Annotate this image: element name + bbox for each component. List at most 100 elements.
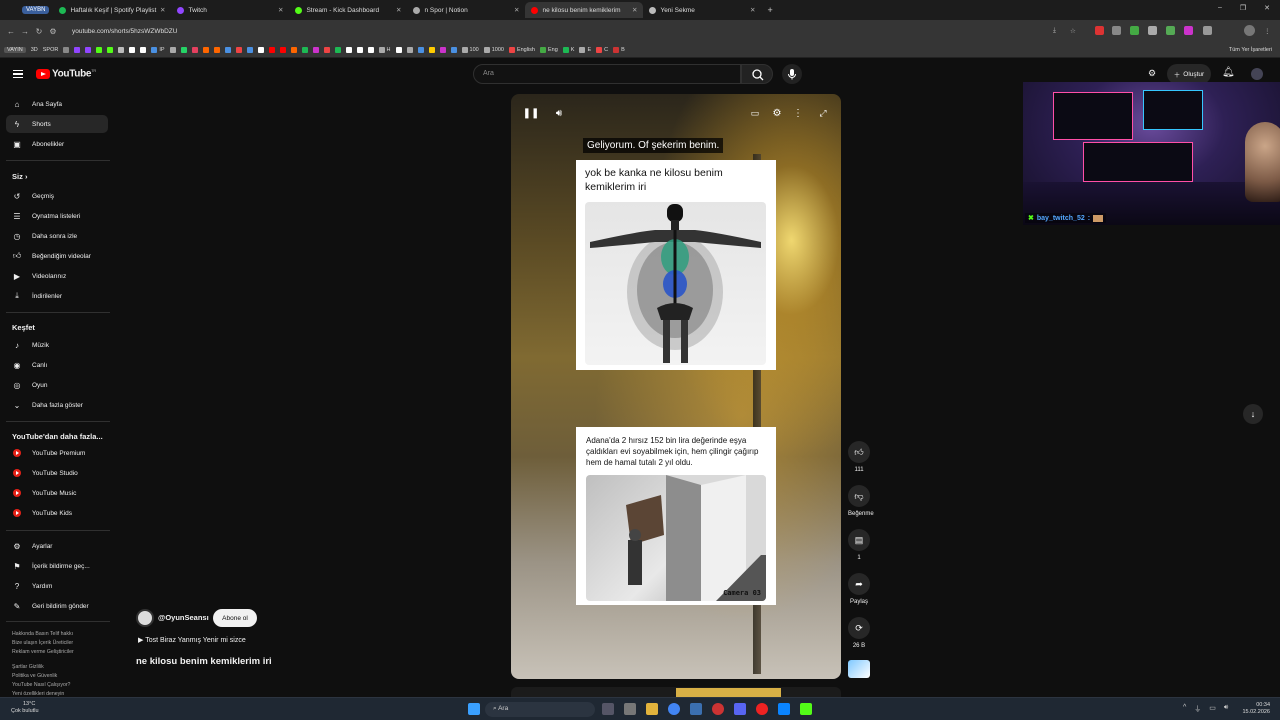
- bookmark-item[interactable]: [63, 46, 70, 53]
- browser-tab-new[interactable]: Yeni Sekme ✕: [643, 2, 761, 18]
- weather-widget[interactable]: 13°C Çok bulutlu: [11, 701, 39, 715]
- clock[interactable]: 00:34 15.02.2026: [1242, 702, 1270, 716]
- profile-avatar[interactable]: [1244, 25, 1255, 36]
- footer-link[interactable]: Hakkında Basın Telif hakkı: [12, 630, 112, 639]
- sidebar-item-downloads[interactable]: ⤓ İndirilenler: [6, 287, 108, 305]
- bookmark-item[interactable]: [224, 46, 231, 53]
- bookmark-item[interactable]: [96, 46, 103, 53]
- footer-link[interactable]: Şartlar Gizlilik: [12, 663, 112, 672]
- more-options-icon[interactable]: ⋮: [790, 105, 806, 121]
- bookmark-item[interactable]: [169, 46, 176, 53]
- reload-icon[interactable]: ↻: [32, 27, 46, 36]
- bookmark-item[interactable]: [367, 46, 374, 53]
- bookmark-item[interactable]: H: [378, 46, 391, 53]
- kick-app-icon[interactable]: [800, 703, 812, 715]
- bookmark-item[interactable]: C: [596, 46, 608, 53]
- extension-icon[interactable]: [1095, 26, 1104, 35]
- forward-icon[interactable]: →: [18, 27, 32, 36]
- cast-gear-icon[interactable]: ⚙: [1148, 68, 1156, 79]
- bookmark-item[interactable]: [279, 46, 286, 53]
- close-icon[interactable]: ✕: [278, 6, 283, 14]
- tab-group-label[interactable]: VAYBN: [22, 6, 50, 14]
- bookmark-item[interactable]: English: [508, 46, 535, 53]
- youtube-logo-icon[interactable]: [36, 69, 50, 79]
- youtube-logo-text[interactable]: YouTubeTR: [52, 68, 96, 79]
- bookmark-item[interactable]: B: [613, 46, 625, 53]
- windows-start-icon[interactable]: [468, 703, 480, 715]
- sidebar-item-subscriptions[interactable]: ▣ Abonelikler: [6, 135, 108, 153]
- sidebar-item-feedback[interactable]: ✎ Geri bildirim gönder: [6, 597, 108, 615]
- sound-thumbnail[interactable]: [848, 660, 870, 678]
- footer-link[interactable]: YouTube Nasıl Çalışıyor?: [12, 681, 112, 690]
- close-icon[interactable]: ✕: [632, 6, 637, 14]
- taskbar-search[interactable]: ⌕ Ara: [485, 702, 595, 717]
- browser-tab-youtube[interactable]: ne kilosu benim kemiklerim ✕: [525, 2, 644, 18]
- bookmark-item[interactable]: [213, 46, 220, 53]
- sidebar-item-music[interactable]: ♪ Müzik: [6, 336, 108, 354]
- new-tab-button[interactable]: +: [767, 5, 772, 15]
- bookmark-item[interactable]: [323, 46, 330, 53]
- settings-icon[interactable]: ⚙: [769, 105, 785, 121]
- sidebar-item-live[interactable]: ◉ Canlı: [6, 356, 108, 374]
- app-icon[interactable]: [712, 703, 724, 715]
- browser-tab-twitch[interactable]: Twitch ✕: [171, 2, 289, 18]
- bookmark-item[interactable]: [356, 46, 363, 53]
- settings-app-icon[interactable]: [624, 703, 636, 715]
- sidebar-item-help[interactable]: ? Yardım: [6, 577, 108, 595]
- notifications-bell-icon[interactable]: 🔔︎: [1222, 67, 1235, 78]
- fullscreen-icon[interactable]: ⤢: [815, 105, 831, 121]
- bookmark-item[interactable]: [439, 46, 446, 53]
- like-button[interactable]: 👍︎ 111: [848, 441, 870, 473]
- site-info-icon[interactable]: ⚙: [46, 27, 60, 36]
- shorts-player[interactable]: ❚❚ 🔊︎ ▭ ⚙ ⋮ ⤢ Geliyorum. Of şekerim beni…: [511, 94, 841, 679]
- bookmark-item[interactable]: 100: [461, 46, 479, 53]
- bookmark-item[interactable]: K: [562, 46, 574, 53]
- bookmark-item[interactable]: [85, 46, 92, 53]
- extension-icon[interactable]: [1184, 26, 1193, 35]
- extension-icon[interactable]: [1130, 26, 1139, 35]
- extensions-puzzle-icon[interactable]: [1203, 26, 1212, 35]
- sidebar-item-watch-later[interactable]: ◷ Daha sonra izle: [6, 227, 108, 245]
- create-button[interactable]: ＋ Oluştur: [1167, 64, 1211, 84]
- bookmark-item[interactable]: [417, 46, 424, 53]
- system-tray[interactable]: ^ ⏚ ▭ 🔊︎: [1183, 704, 1228, 714]
- extension-icon[interactable]: [1112, 26, 1121, 35]
- avatar[interactable]: [1251, 68, 1263, 80]
- sidebar-item-history[interactable]: ↺ Geçmiş: [6, 187, 108, 205]
- next-video-button[interactable]: ↓: [1243, 404, 1263, 424]
- install-icon[interactable]: ⤓: [1053, 27, 1056, 35]
- app-icon[interactable]: [778, 703, 790, 715]
- bookmark-item[interactable]: [290, 46, 297, 53]
- close-icon[interactable]: ✕: [514, 6, 519, 14]
- bookmark-item[interactable]: [202, 46, 209, 53]
- file-explorer-icon[interactable]: [646, 703, 658, 715]
- sidebar-item-home[interactable]: ⌂ Ana Sayfa: [6, 95, 108, 113]
- close-icon[interactable]: ✕: [160, 6, 165, 14]
- sidebar-item-gaming[interactable]: ◎ Oyun: [6, 376, 108, 394]
- sidebar-item-liked[interactable]: 👍︎ Beğendiğim videolar: [6, 247, 108, 265]
- bookmark-item[interactable]: [180, 46, 187, 53]
- bookmark-folder[interactable]: VAYIN: [4, 46, 26, 53]
- footer-link[interactable]: Politika ve Güvenlik: [12, 672, 112, 681]
- chrome-icon[interactable]: [668, 703, 680, 715]
- discord-icon[interactable]: [734, 703, 746, 715]
- voice-search-button[interactable]: [782, 64, 802, 84]
- bookmark-item[interactable]: [450, 46, 457, 53]
- bookmark-item[interactable]: [129, 46, 136, 53]
- sidebar-item-kids[interactable]: YouTube Kids: [6, 504, 108, 522]
- browser-tab-notion[interactable]: n Spor | Notion ✕: [407, 2, 525, 18]
- bookmark-item[interactable]: 1000: [483, 46, 504, 53]
- bookmark-item[interactable]: [428, 46, 435, 53]
- sidebar-item-studio[interactable]: YouTube Studio: [6, 464, 108, 482]
- pause-icon[interactable]: ❚❚: [523, 105, 540, 121]
- bookmark-item[interactable]: [406, 46, 413, 53]
- sidebar-item-shorts[interactable]: ϟ Shorts: [6, 115, 108, 133]
- volume-icon[interactable]: 🔊︎: [551, 105, 567, 121]
- bookmark-item[interactable]: [345, 46, 352, 53]
- menu-dots-icon[interactable]: ⋮: [1264, 27, 1271, 35]
- bookmark-item[interactable]: E: [579, 46, 591, 53]
- sidebar-item-premium[interactable]: YouTube Premium: [6, 444, 108, 462]
- close-icon[interactable]: ✕: [396, 6, 401, 14]
- browser-tab-spotify[interactable]: Haftalık Keşif | Spotify Playlist ✕: [53, 2, 171, 18]
- url-field[interactable]: youtube.com/shorts/5hzsWZWbDZU: [72, 28, 177, 35]
